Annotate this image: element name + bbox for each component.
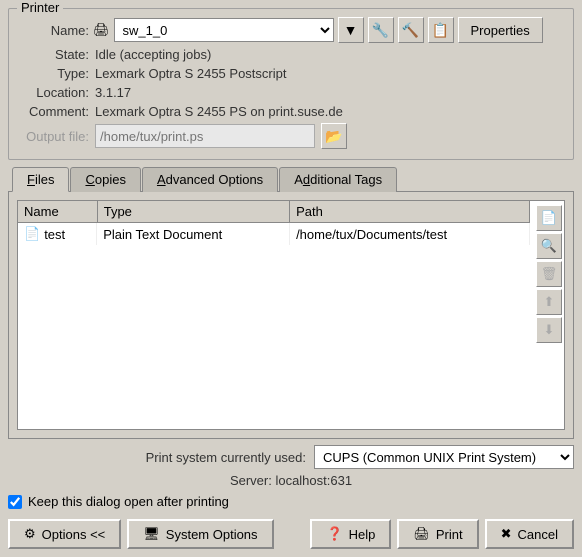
- printer-group: Printer Name: 🖨 sw_1_0 ▼ 🔧 🔨 📋 Propertie…: [8, 8, 574, 160]
- tabs-container: Files Copies Advanced Options Additional…: [8, 166, 574, 439]
- table-action-btns: 📄 🔍 🗑 ⬆ ⬇: [534, 201, 564, 429]
- printer-tool-btn[interactable]: 🔨: [398, 17, 424, 43]
- file-doc-icon: 📄: [24, 226, 40, 242]
- move-down-btn[interactable]: ⬇: [536, 317, 562, 343]
- output-file-label: Output file:: [19, 129, 89, 144]
- state-row: State: Idle (accepting jobs): [19, 47, 563, 62]
- print-label: Print: [436, 527, 463, 542]
- col-header-path: Path: [290, 201, 530, 223]
- system-options-label: System Options: [166, 527, 258, 542]
- print-system-label: Print system currently used:: [146, 450, 306, 465]
- dropdown-arrow-btn[interactable]: ▼: [338, 17, 364, 43]
- output-file-row: Output file: 📂: [19, 123, 563, 149]
- comment-label: Comment:: [19, 104, 89, 119]
- keep-open-checkbox[interactable]: [8, 495, 22, 509]
- cancel-btn[interactable]: ✖ Cancel: [485, 519, 574, 549]
- server-row: Server: localhost:631: [8, 473, 574, 488]
- state-label: State:: [19, 47, 89, 62]
- files-table-wrapper: Name Type Path 📄 test Pla: [17, 200, 565, 430]
- button-row: ⚙ Options << 🖥 System Options ❓ Help 🖨 P…: [8, 519, 574, 549]
- location-row: Location: 3.1.17: [19, 85, 563, 100]
- files-table-element: Name Type Path 📄 test Pla: [18, 201, 530, 245]
- tab-advanced-label: Advanced Options: [157, 172, 263, 187]
- output-file-input[interactable]: [95, 124, 315, 148]
- system-options-icon: 🖥: [143, 526, 160, 542]
- file-path-cell: /home/tux/Documents/test: [290, 223, 530, 246]
- location-label: Location:: [19, 85, 89, 100]
- move-up-btn[interactable]: ⬆: [536, 289, 562, 315]
- cancel-icon: ✖: [501, 526, 512, 542]
- tab-files-label: Files: [27, 172, 54, 187]
- state-value: Idle (accepting jobs): [95, 47, 211, 62]
- tab-files[interactable]: Files: [12, 167, 69, 192]
- tab-additional[interactable]: Additional Tags: [279, 167, 397, 192]
- printer-select[interactable]: sw_1_0: [114, 18, 334, 42]
- cancel-label: Cancel: [518, 527, 558, 542]
- print-dialog: Printer Name: 🖨 sw_1_0 ▼ 🔧 🔨 📋 Propertie…: [0, 0, 582, 557]
- help-icon: ❓: [326, 526, 342, 542]
- comment-value: Lexmark Optra S 2455 PS on print.suse.de: [95, 104, 343, 119]
- properties-btn[interactable]: Properties: [458, 17, 543, 43]
- location-value: 3.1.17: [95, 85, 131, 100]
- type-row: Type: Lexmark Optra S 2455 Postscript: [19, 66, 563, 81]
- printer-queue-btn[interactable]: 🔧: [368, 17, 394, 43]
- keep-open-row: Keep this dialog open after printing: [8, 492, 574, 511]
- tab-copies[interactable]: Copies: [70, 167, 140, 192]
- name-label: Name:: [19, 23, 89, 38]
- tab-additional-label: Additional Tags: [294, 172, 382, 187]
- col-header-type: Type: [97, 201, 289, 223]
- type-label: Type:: [19, 66, 89, 81]
- file-name-cell: 📄 test: [18, 223, 97, 245]
- tab-advanced[interactable]: Advanced Options: [142, 167, 278, 192]
- col-header-name: Name: [18, 201, 97, 223]
- options-btn[interactable]: ⚙ Options <<: [8, 519, 121, 549]
- add-file-btn[interactable]: 📄: [536, 205, 562, 231]
- comment-row: Comment: Lexmark Optra S 2455 PS on prin…: [19, 104, 563, 119]
- help-label: Help: [349, 527, 376, 542]
- print-icon: 🖨: [413, 526, 430, 542]
- table-row[interactable]: 📄 test Plain Text Document /home/tux/Doc…: [18, 223, 530, 246]
- options-icon: ⚙: [24, 526, 36, 542]
- tab-content-files: Name Type Path 📄 test Pla: [8, 191, 574, 439]
- output-file-browse-btn[interactable]: 📂: [321, 123, 347, 149]
- options-label: Options <<: [42, 527, 106, 542]
- bottom-section: Print system currently used: CUPS (Commo…: [8, 445, 574, 549]
- printer-name-row: Name: 🖨 sw_1_0 ▼ 🔧 🔨 📋 Properties: [19, 17, 563, 43]
- file-type-cell: Plain Text Document: [97, 223, 289, 246]
- keep-open-label: Keep this dialog open after printing: [28, 494, 229, 509]
- print-btn[interactable]: 🖨 Print: [397, 519, 478, 549]
- help-btn[interactable]: ❓ Help: [310, 519, 391, 549]
- tab-bar: Files Copies Advanced Options Additional…: [8, 166, 574, 191]
- system-options-btn[interactable]: 🖥 System Options: [127, 519, 273, 549]
- printer-info-btn[interactable]: 📋: [428, 17, 454, 43]
- print-system-select[interactable]: CUPS (Common UNIX Print System): [314, 445, 574, 469]
- files-table: Name Type Path 📄 test Pla: [18, 201, 530, 429]
- printer-group-label: Printer: [17, 0, 63, 15]
- type-value: Lexmark Optra S 2455 Postscript: [95, 66, 286, 81]
- tab-copies-label: Copies: [85, 172, 125, 187]
- remove-file-btn[interactable]: 🗑: [536, 261, 562, 287]
- print-system-row: Print system currently used: CUPS (Commo…: [8, 445, 574, 469]
- server-label: Server: localhost:631: [230, 473, 352, 488]
- view-file-btn[interactable]: 🔍: [536, 233, 562, 259]
